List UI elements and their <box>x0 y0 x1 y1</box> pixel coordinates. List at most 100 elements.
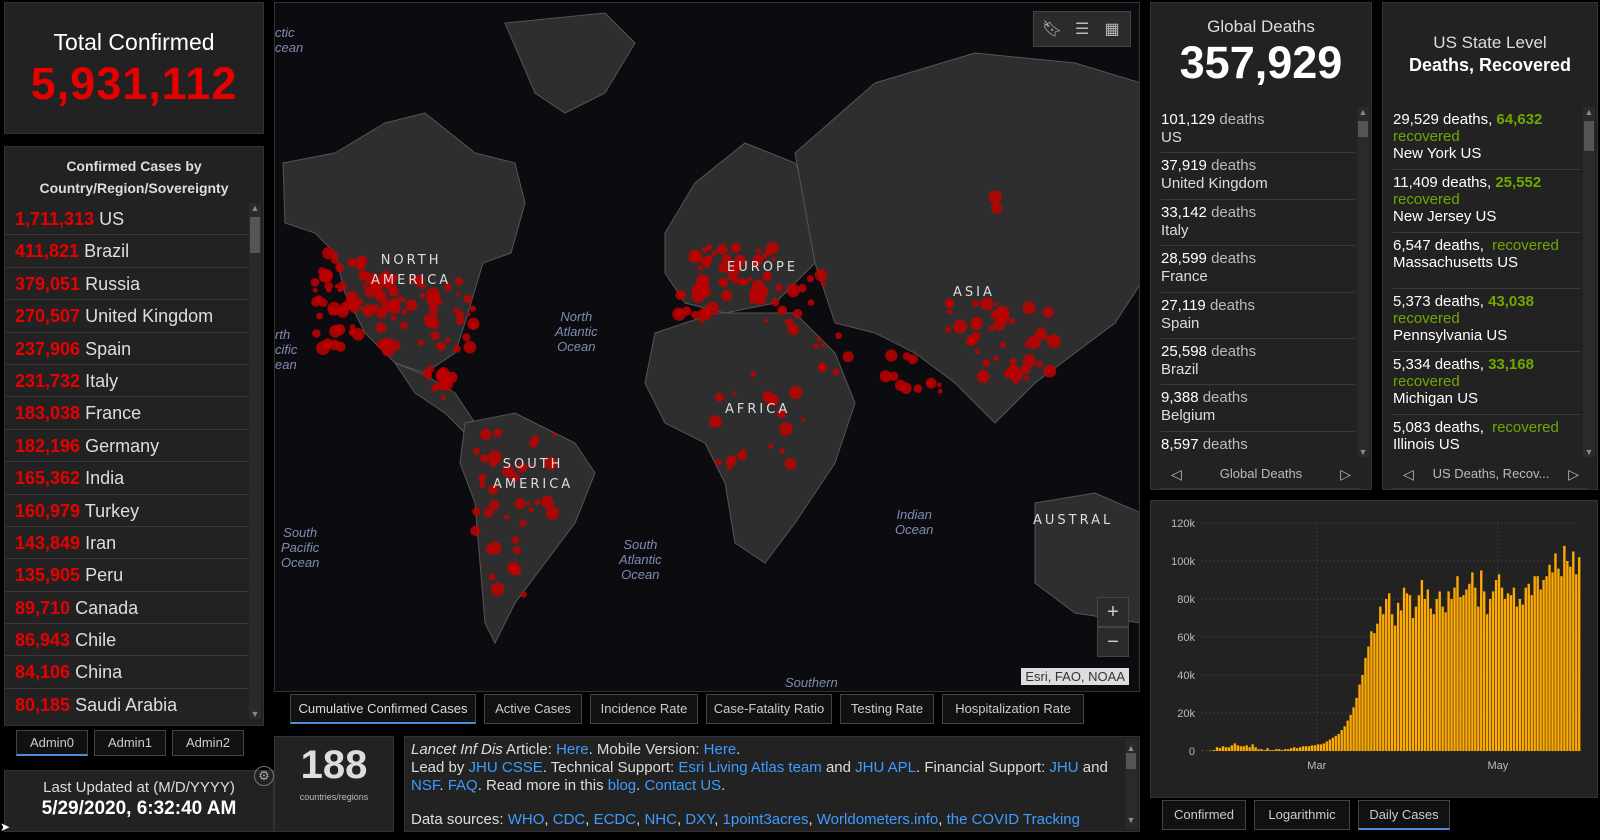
contact-us-link[interactable]: Contact US <box>644 777 721 794</box>
case-marker[interactable] <box>768 443 774 449</box>
case-marker[interactable] <box>988 190 1002 204</box>
daily-cases-bar[interactable] <box>1364 657 1367 751</box>
daily-cases-bar[interactable] <box>1313 745 1317 751</box>
daily-cases-bar[interactable] <box>1438 591 1441 751</box>
case-marker[interactable] <box>472 447 480 455</box>
country-list-item[interactable]: 379,051 Russia <box>5 268 249 301</box>
case-marker[interactable] <box>1008 363 1019 374</box>
case-marker[interactable] <box>907 354 918 365</box>
case-marker[interactable] <box>756 248 762 254</box>
daily-cases-bar[interactable] <box>1408 595 1412 751</box>
case-marker[interactable] <box>534 499 541 506</box>
case-marker[interactable] <box>417 339 424 346</box>
case-marker[interactable] <box>814 268 828 282</box>
daily-cases-bar[interactable] <box>1233 743 1237 751</box>
daily-cases-bar[interactable] <box>1447 591 1450 751</box>
daily-cases-bar[interactable] <box>1566 561 1569 751</box>
case-marker[interactable] <box>542 496 547 501</box>
case-marker[interactable] <box>330 256 339 264</box>
case-marker[interactable] <box>426 373 433 379</box>
daily-cases-bar[interactable] <box>1251 744 1254 751</box>
daily-cases-bar[interactable] <box>1257 749 1260 751</box>
scrollbar-thumb[interactable] <box>1358 121 1368 137</box>
daily-cases-bar[interactable] <box>1221 746 1225 751</box>
case-marker[interactable] <box>456 316 465 325</box>
case-marker[interactable] <box>737 451 747 461</box>
daily-cases-bar[interactable] <box>1385 599 1388 751</box>
data-source-link[interactable]: the COVID Tracking <box>947 811 1080 828</box>
daily-cases-bar[interactable] <box>1322 743 1326 751</box>
daily-cases-bar[interactable] <box>1328 739 1332 751</box>
case-marker[interactable] <box>792 308 803 319</box>
tab-case-fatality-ratio[interactable]: Case-Fatality Ratio <box>706 694 832 724</box>
daily-cases-bar[interactable] <box>1551 572 1554 751</box>
daily-cases-bar[interactable] <box>1441 606 1444 751</box>
tab-active-cases[interactable]: Active Cases <box>484 694 582 724</box>
case-marker[interactable] <box>380 298 391 308</box>
case-marker[interactable] <box>528 507 534 512</box>
case-marker[interactable] <box>756 285 769 298</box>
daily-cases-bar[interactable] <box>1376 623 1379 751</box>
case-marker[interactable] <box>750 371 757 377</box>
us-state-list-item[interactable]: 5,334 deaths, 33,168 recovered Michigan US <box>1393 352 1581 415</box>
case-marker[interactable] <box>765 250 772 256</box>
daily-cases-bar[interactable] <box>1578 557 1581 751</box>
daily-cases-bar[interactable] <box>1509 595 1513 751</box>
daily-cases-bar[interactable] <box>1417 595 1421 751</box>
case-marker[interactable] <box>355 297 363 305</box>
case-marker[interactable] <box>993 355 999 361</box>
daily-cases-bar[interactable] <box>1266 748 1269 751</box>
daily-cases-bar[interactable] <box>1293 747 1296 751</box>
daily-cases-bar[interactable] <box>1533 576 1536 751</box>
daily-cases-bar[interactable] <box>1471 572 1474 751</box>
case-marker[interactable] <box>312 329 321 338</box>
daily-cases-bar[interactable] <box>1379 606 1382 751</box>
data-source-link[interactable]: 1point3acres <box>723 811 809 828</box>
daily-cases-bar[interactable] <box>1281 750 1284 751</box>
case-marker[interactable] <box>431 383 440 392</box>
case-marker[interactable] <box>430 331 440 341</box>
us-state-list-item[interactable]: 29,529 deaths, 64,632 recovered New York U… <box>1393 107 1581 170</box>
country-list-item[interactable]: 183,038 France <box>5 397 249 430</box>
country-list-item[interactable]: 143,849 Iran <box>5 527 249 560</box>
case-marker[interactable] <box>441 376 448 383</box>
case-marker[interactable] <box>401 309 408 315</box>
case-marker[interactable] <box>347 257 357 267</box>
country-list-item[interactable]: 89,710 Canada <box>5 592 249 625</box>
case-marker[interactable] <box>362 304 376 318</box>
daily-cases-bar[interactable] <box>1370 631 1373 751</box>
daily-cases-bar[interactable] <box>1527 583 1530 751</box>
daily-cases-bar[interactable] <box>1405 593 1409 751</box>
case-marker[interactable] <box>335 341 346 352</box>
daily-cases-bar[interactable] <box>1346 720 1349 751</box>
scroll-down-icon[interactable]: ▼ <box>249 709 261 719</box>
case-marker[interactable] <box>367 293 372 298</box>
daily-cases-bar[interactable] <box>1355 697 1358 751</box>
daily-cases-bar[interactable] <box>1399 610 1403 751</box>
case-marker[interactable] <box>749 299 754 304</box>
nsf-link[interactable]: NSF <box>411 777 439 794</box>
deaths-list-item[interactable]: 8,597 deaths <box>1161 432 1355 457</box>
case-marker[interactable] <box>700 257 709 266</box>
bookmark-icon[interactable]: 🔖︎ <box>1040 18 1064 42</box>
blog-link[interactable]: blog <box>608 777 636 794</box>
case-marker[interactable] <box>995 307 1007 319</box>
zoom-in-button[interactable]: + <box>1097 597 1129 627</box>
daily-cases-bar[interactable] <box>1391 614 1394 751</box>
case-marker[interactable] <box>737 277 746 286</box>
case-marker[interactable] <box>310 277 320 287</box>
case-marker[interactable] <box>361 271 369 279</box>
scroll-down-icon[interactable]: ▼ <box>1125 811 1137 829</box>
case-marker[interactable] <box>697 308 710 320</box>
zoom-out-button[interactable]: − <box>1097 627 1129 657</box>
daily-cases-bar[interactable] <box>1474 587 1477 751</box>
country-list-item[interactable]: 411,821 Brazil <box>5 235 249 268</box>
daily-cases-bar[interactable] <box>1340 730 1343 751</box>
daily-cases-bar[interactable] <box>1444 612 1447 751</box>
case-marker[interactable] <box>470 525 481 536</box>
daily-cases-bar[interactable] <box>1316 744 1320 751</box>
case-marker[interactable] <box>336 305 349 318</box>
case-marker[interactable] <box>479 428 492 441</box>
case-marker[interactable] <box>480 453 489 463</box>
case-marker[interactable] <box>988 325 995 332</box>
